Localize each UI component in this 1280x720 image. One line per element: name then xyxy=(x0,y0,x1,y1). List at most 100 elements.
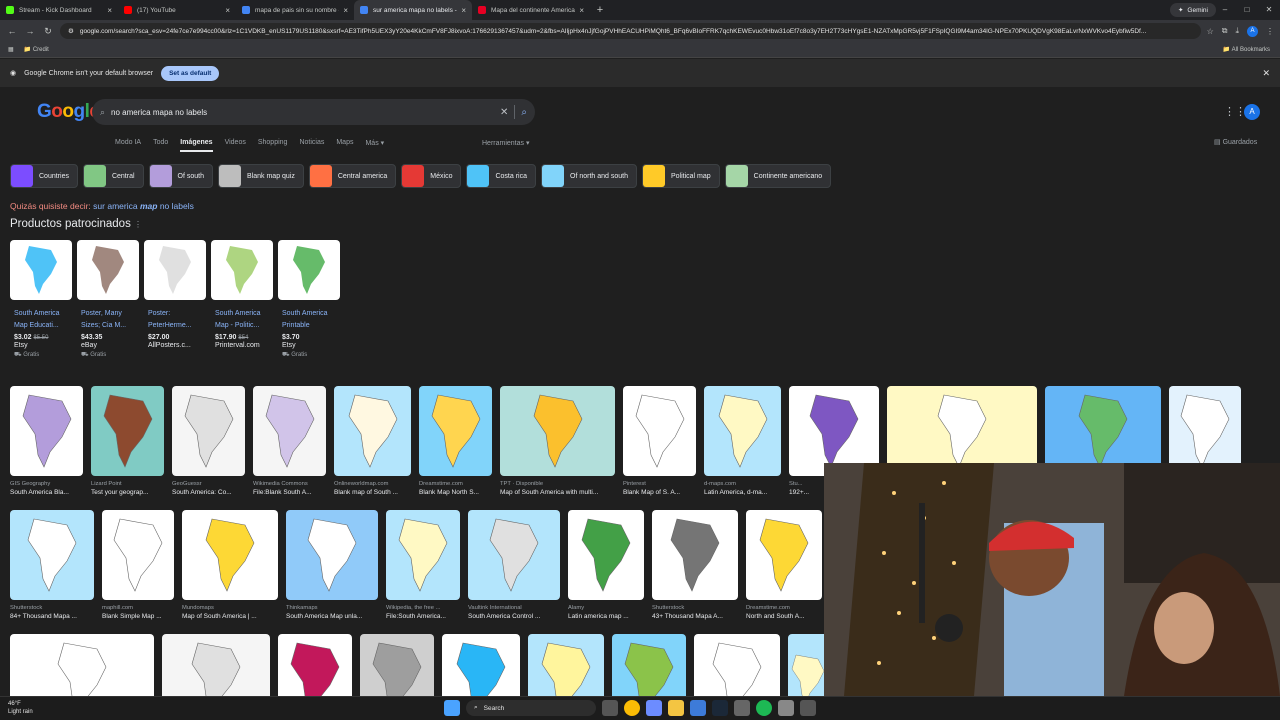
refinement-chip[interactable]: Central america xyxy=(308,164,397,188)
tab-maps[interactable]: Maps xyxy=(336,139,353,152)
product-image[interactable] xyxy=(278,240,340,300)
taskbar-search[interactable]: ⌕ Search xyxy=(466,700,596,716)
image-result[interactable]: Thinkamaps South America Map unla... xyxy=(286,510,378,620)
refinement-chip[interactable]: Continente americano xyxy=(724,164,832,188)
maximize-icon[interactable]: □ xyxy=(1236,0,1258,20)
sponsored-product-card[interactable]: Poster, Many Sizes; Cia M... $43.35 eBay ⛟… xyxy=(77,240,139,359)
search-submit-icon[interactable]: ⌕ xyxy=(521,107,527,118)
windows-start-icon[interactable] xyxy=(444,700,460,716)
tools-menu[interactable]: Herramientas ▾ xyxy=(482,139,529,147)
result-image[interactable] xyxy=(500,386,615,476)
browser-tab[interactable]: Stream - Kick Dashboard × xyxy=(0,0,118,20)
image-result[interactable]: Vaultink International South America Cont… xyxy=(468,510,560,620)
refinement-chip[interactable]: Central xyxy=(82,164,144,188)
app-icon[interactable] xyxy=(800,700,816,716)
close-tab-icon[interactable]: × xyxy=(343,6,348,15)
result-image[interactable] xyxy=(10,510,94,600)
did-you-mean-link[interactable]: sur america map no labels xyxy=(93,201,194,211)
refinement-chip[interactable]: Political map xyxy=(641,164,720,188)
close-tab-icon[interactable]: × xyxy=(461,6,466,15)
tab-imágenes[interactable]: Imágenes xyxy=(180,139,213,152)
result-image[interactable] xyxy=(704,386,781,476)
sponsored-product-card[interactable]: South America Map - Politic... $17.90 $54… xyxy=(211,240,273,359)
close-window-icon[interactable]: ✕ xyxy=(1258,0,1280,20)
image-result[interactable]: Onlineworldmap.com Blank map of South ... xyxy=(334,386,411,496)
spotify-icon[interactable] xyxy=(756,700,772,716)
product-image[interactable] xyxy=(144,240,206,300)
all-bookmarks[interactable]: 📁 All Bookmarks xyxy=(1223,46,1270,53)
search-box[interactable]: ⌕ no america mapa no labels ✕ ⌕ xyxy=(92,99,535,125)
settings-icon[interactable] xyxy=(778,700,794,716)
profile-avatar[interactable]: A xyxy=(1247,25,1258,37)
result-image[interactable] xyxy=(652,510,738,600)
close-tab-icon[interactable]: × xyxy=(107,6,112,15)
product-title[interactable]: South America Printable xyxy=(278,308,340,332)
browser-tab[interactable]: mapa de pais sin su nombre - B × xyxy=(236,0,354,20)
refinement-chip[interactable]: Of south xyxy=(148,164,214,188)
saved-button[interactable]: ▤ Guardados xyxy=(1214,138,1257,146)
address-bar[interactable]: ⚙ google.com/search?sca_esv=24fe7ce7e994… xyxy=(60,23,1201,39)
result-image[interactable] xyxy=(10,386,83,476)
account-avatar[interactable]: A xyxy=(1244,104,1260,120)
product-image[interactable] xyxy=(10,240,72,300)
image-result[interactable]: Pinterest Blank Map of S. A... xyxy=(623,386,696,496)
result-image[interactable] xyxy=(623,386,696,476)
google-logo[interactable]: Google xyxy=(37,101,100,123)
image-result[interactable]: maphill.com Blank Simple Map ... xyxy=(102,510,174,620)
menu-icon[interactable]: ⋮ xyxy=(1266,27,1274,36)
result-image[interactable] xyxy=(172,386,245,476)
apps-grid-icon[interactable]: ▦ xyxy=(8,46,14,53)
image-result[interactable]: GIS Geography South America Bla... xyxy=(10,386,83,496)
steam-icon[interactable] xyxy=(712,700,728,716)
tab-shopping[interactable]: Shopping xyxy=(258,139,288,152)
image-result[interactable]: d-maps.com Latin America, d-ma... xyxy=(704,386,781,496)
product-title[interactable]: Poster, Many Sizes; Cia M... xyxy=(77,308,139,332)
result-image[interactable] xyxy=(419,386,492,476)
sponsored-product-card[interactable]: Poster: PeterHerme... $27.00 AllPosters.c… xyxy=(144,240,206,359)
image-result[interactable]: GeoGuessr South America: Co... xyxy=(172,386,245,496)
product-image[interactable] xyxy=(211,240,273,300)
result-image[interactable] xyxy=(91,386,164,476)
site-info-icon[interactable]: ⚙ xyxy=(68,27,74,35)
result-image[interactable] xyxy=(568,510,644,600)
clear-search-icon[interactable]: ✕ xyxy=(500,107,508,118)
bookmark-credit[interactable]: 📁 Credit xyxy=(24,46,49,53)
new-tab-button[interactable]: + xyxy=(590,4,610,16)
browser-tab[interactable]: (17) YouTube × xyxy=(118,0,236,20)
tab-modo-ia[interactable]: Modo IA xyxy=(115,139,141,152)
result-image[interactable] xyxy=(253,386,326,476)
product-title[interactable]: South America Map - Politic... xyxy=(211,308,273,332)
refinement-chip[interactable]: Blank map quiz xyxy=(218,164,304,188)
store-icon[interactable] xyxy=(690,700,706,716)
forward-icon[interactable]: → xyxy=(24,26,36,36)
browser-tab[interactable]: Mapa del continente Americano × xyxy=(472,0,590,20)
result-image[interactable] xyxy=(334,386,411,476)
product-title[interactable]: Poster: PeterHerme... xyxy=(144,308,206,332)
bookmark-star-icon[interactable]: ☆ xyxy=(1207,27,1214,36)
image-result[interactable]: Mundomaps Map of South America | ... xyxy=(182,510,278,620)
image-result[interactable]: Shutterstock 43+ Thousand Mapa A... xyxy=(652,510,738,620)
reload-icon[interactable]: ↻ xyxy=(42,26,54,37)
sponsored-product-card[interactable]: South America Printable $3.70 Etsy ⛟ Grati… xyxy=(278,240,340,359)
tab-noticias[interactable]: Noticias xyxy=(299,139,324,152)
result-image[interactable] xyxy=(182,510,278,600)
copilot-icon[interactable] xyxy=(646,700,662,716)
image-result[interactable]: Lizard Point Test your geograp... xyxy=(91,386,164,496)
result-image[interactable] xyxy=(386,510,460,600)
app-icon[interactable] xyxy=(734,700,750,716)
chrome-taskbar-icon[interactable] xyxy=(624,700,640,716)
file-explorer-icon[interactable] xyxy=(668,700,684,716)
close-tab-icon[interactable]: × xyxy=(225,6,230,15)
task-view-icon[interactable] xyxy=(602,700,618,716)
minimize-icon[interactable]: – xyxy=(1214,0,1236,20)
image-result[interactable]: Wikipedia, the free ... File:South Americ… xyxy=(386,510,460,620)
back-icon[interactable]: ← xyxy=(6,26,18,36)
close-tab-icon[interactable]: × xyxy=(579,6,584,15)
product-title[interactable]: South America Map Educati... xyxy=(10,308,72,332)
browser-tab[interactable]: sur america mapa no labels - B × xyxy=(354,0,472,20)
tab-más[interactable]: Más ▾ xyxy=(365,139,384,152)
search-input[interactable]: no america mapa no labels xyxy=(111,108,494,117)
image-result[interactable]: Dreamstime.com Blank Map North S... xyxy=(419,386,492,496)
refinement-chip[interactable]: México xyxy=(401,164,462,188)
refinement-chip[interactable]: Of north and south xyxy=(541,164,637,188)
